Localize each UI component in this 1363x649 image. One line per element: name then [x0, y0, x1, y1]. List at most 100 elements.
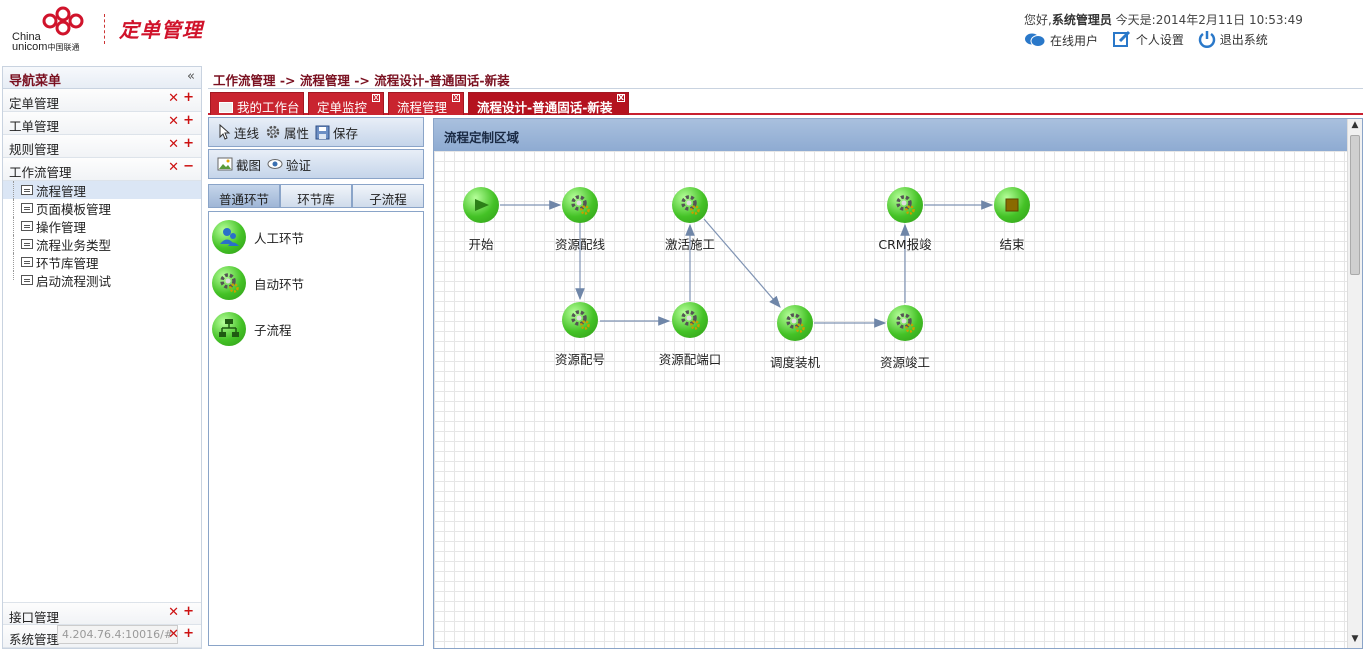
- palette-list: 人工环节 自动环节 子流程: [208, 211, 424, 646]
- sidebar-item-operations[interactable]: 操作管理: [3, 217, 201, 235]
- flow-node-resource-wiring[interactable]: 资源配线: [540, 187, 620, 253]
- logo-text: China unicom中国联通: [12, 32, 79, 53]
- expand-icon[interactable]: +: [183, 626, 194, 641]
- sidebar-item-label: 操作管理: [36, 219, 87, 235]
- flow-node-resource-number[interactable]: 资源配号: [540, 302, 620, 368]
- flow-node-end[interactable]: 结束: [972, 187, 1052, 253]
- connect-button[interactable]: 连线: [217, 123, 259, 142]
- tab-node-library[interactable]: 环节库: [280, 184, 352, 208]
- flow-node-resource-port[interactable]: 资源配端口: [650, 302, 730, 368]
- close-icon[interactable]: x: [452, 94, 460, 103]
- sidebar-item-business-types[interactable]: 流程业务类型: [3, 235, 201, 253]
- gear-node-icon: [212, 266, 246, 300]
- sidebar-group-label: 定单管理: [9, 96, 60, 111]
- logout-link[interactable]: 退出系统: [1198, 30, 1268, 48]
- stop-icon: [994, 187, 1030, 223]
- sidebar-group-label: 工作流管理: [9, 165, 72, 180]
- node-label: 结束: [999, 237, 1025, 252]
- close-icon[interactable]: ✕: [168, 605, 179, 620]
- palette-item-subflow[interactable]: 子流程: [209, 306, 423, 352]
- chat-icon: [1025, 33, 1046, 47]
- screenshot-label: 截图: [236, 157, 262, 173]
- tab-normal-nodes[interactable]: 普通环节: [208, 184, 280, 208]
- tab-subprocess[interactable]: 子流程: [352, 184, 424, 208]
- canvas-title: 流程定制区域: [434, 119, 1362, 151]
- top-links: 在线用户 个人设置 退出系统: [1024, 30, 1278, 51]
- close-icon[interactable]: ✕: [168, 114, 179, 129]
- expand-icon[interactable]: +: [183, 136, 194, 151]
- palette-item-auto[interactable]: 自动环节: [209, 260, 423, 306]
- logo-divider: [104, 14, 105, 44]
- sidebar-header: 导航菜单 «: [3, 67, 201, 89]
- flow-canvas[interactable]: 开始 资源配线 激活施工 CRM报竣 结束 资源配号 资源配端口 调度装机 资源…: [434, 151, 1347, 648]
- tab-process-design[interactable]: 流程设计-普通固话-新装 x: [468, 92, 629, 115]
- palette-item-manual[interactable]: 人工环节: [209, 214, 423, 260]
- personal-settings-link[interactable]: 个人设置: [1112, 30, 1184, 48]
- expand-icon[interactable]: +: [183, 604, 194, 619]
- sidebar-item-page-templates[interactable]: 页面模板管理: [3, 199, 201, 217]
- save-icon: [315, 125, 330, 139]
- close-icon[interactable]: x: [372, 94, 380, 103]
- scroll-up-arrow[interactable]: ▲: [1350, 120, 1360, 132]
- screenshot-button[interactable]: 截图: [217, 155, 261, 174]
- palette-item-label: 子流程: [254, 322, 292, 338]
- tab-my-workbench[interactable]: 我的工作台: [210, 92, 304, 115]
- sidebar-group-workflow[interactable]: 工作流管理 ✕ −: [3, 158, 201, 181]
- properties-label: 属性: [284, 125, 310, 141]
- palette-tabs: 普通环节 环节库 子流程: [208, 184, 424, 208]
- collapse-sidebar-button[interactable]: «: [187, 69, 195, 84]
- tree-line: [13, 217, 14, 235]
- page-icon: [21, 257, 33, 267]
- sidebar-group-workorder[interactable]: 工单管理 ✕ +: [3, 112, 201, 135]
- expand-icon[interactable]: +: [183, 113, 194, 128]
- flow-node-activation[interactable]: 激活施工: [650, 187, 730, 253]
- close-icon[interactable]: x: [617, 94, 625, 103]
- close-icon[interactable]: ✕: [168, 627, 179, 642]
- tab-label: 流程设计-普通固话-新装: [477, 100, 613, 115]
- tree-line: [13, 253, 14, 271]
- sidebar-item-label: 启动流程测试: [36, 273, 112, 289]
- save-label: 保存: [333, 125, 359, 141]
- user-name: 系统管理员: [1051, 13, 1112, 27]
- sidebar-item-node-library[interactable]: 环节库管理: [3, 253, 201, 271]
- online-users-label: 在线用户: [1050, 33, 1099, 48]
- validate-button[interactable]: 验证: [267, 155, 311, 174]
- page-icon: [21, 203, 33, 213]
- scroll-thumb[interactable]: [1350, 135, 1360, 275]
- expand-icon[interactable]: +: [183, 90, 194, 105]
- tab-label: 流程管理: [397, 100, 448, 115]
- flow-node-crm-report[interactable]: CRM报竣: [865, 187, 945, 253]
- gear-icon: [672, 302, 708, 338]
- node-label: 开始: [468, 237, 494, 252]
- tab-order-monitor[interactable]: 定单监控 x: [308, 92, 384, 115]
- sidebar-item-process-management[interactable]: 流程管理: [3, 181, 201, 199]
- flow-node-start[interactable]: 开始: [441, 187, 521, 253]
- sidebar-item-start-test[interactable]: 启动流程测试: [3, 271, 201, 289]
- collapse-icon[interactable]: −: [183, 159, 194, 174]
- eye-icon: [267, 159, 283, 169]
- flow-node-resource-complete[interactable]: 资源竣工: [865, 305, 945, 371]
- online-users-link[interactable]: 在线用户: [1024, 32, 1098, 49]
- properties-button[interactable]: 属性: [265, 123, 309, 142]
- tab-process-management[interactable]: 流程管理 x: [388, 92, 464, 115]
- connect-label: 连线: [234, 125, 260, 141]
- close-icon[interactable]: ✕: [168, 91, 179, 106]
- close-icon[interactable]: ✕: [168, 160, 179, 175]
- scroll-down-arrow[interactable]: ▼: [1350, 634, 1360, 646]
- logo-cn: 中国联通: [47, 43, 80, 52]
- sidebar-item-label: 流程业务类型: [36, 237, 112, 253]
- save-button[interactable]: 保存: [315, 123, 358, 142]
- subflow-node-icon: [212, 312, 246, 346]
- node-label: 调度装机: [769, 355, 820, 370]
- sidebar-group-system[interactable]: 系统管理 4.204.76.4:10016/# ✕ +: [3, 625, 201, 648]
- toolbar-row-2: 截图 验证: [208, 149, 424, 179]
- sidebar-group-rules[interactable]: 规则管理 ✕ +: [3, 135, 201, 158]
- canvas-scrollbar[interactable]: ▲ ▼: [1347, 119, 1362, 648]
- close-icon[interactable]: ✕: [168, 137, 179, 152]
- flow-node-dispatch[interactable]: 调度装机: [755, 305, 835, 371]
- sidebar-group-interface[interactable]: 接口管理 ✕ +: [3, 602, 201, 625]
- page-icon: [21, 185, 33, 195]
- sidebar-group-order[interactable]: 定单管理 ✕ +: [3, 89, 201, 112]
- gear-icon: [562, 187, 598, 223]
- page-icon: [21, 221, 33, 231]
